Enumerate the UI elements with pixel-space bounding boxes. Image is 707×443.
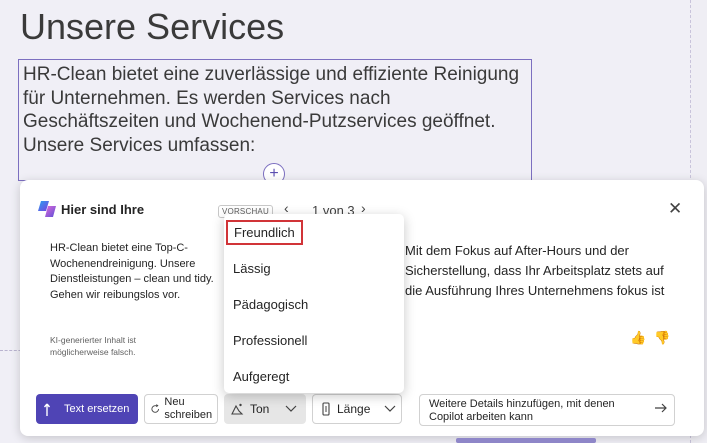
slide-thumbnail-strip [456,438,596,443]
replace-text-button[interactable]: Text ersetzen [36,394,138,424]
tone-option-aufgeregt[interactable]: Aufgeregt [233,369,289,384]
rewrite-button[interactable]: Neu schreiben [144,394,218,424]
thumbs-up-icon[interactable]: 👍 [630,330,646,346]
ai-disclaimer: KI-generierter Inhalt ist möglicherweise… [50,335,136,357]
thumbs-down-icon[interactable]: 👎 [654,330,670,346]
length-dropdown[interactable]: Länge [312,394,402,424]
chevron-down-icon [384,405,396,412]
tone-menu: Freundlich Lässig Pädagogisch Profession… [224,214,404,393]
close-icon[interactable]: ✕ [668,199,682,219]
tone-icon [231,403,244,415]
tone-option-professionell[interactable]: Professionell [233,333,307,348]
arrow-right-icon[interactable] [654,401,668,415]
slide-title[interactable]: Unsere Services [20,6,284,48]
length-label: Länge [337,402,371,416]
details-placeholder: Weitere Details hinzufügen, mit denen Co… [429,398,615,423]
rewrite-suggestion-text: HR-Clean bietet eine Top-C-Wochenendrein… [50,242,214,301]
tone-dropdown[interactable]: Ton [224,394,306,424]
panel-title: Hier sind Ihre [61,202,145,217]
details-input[interactable]: Weitere Details hinzufügen, mit denen Co… [419,394,675,426]
rewrite-label: Neu schreiben [164,396,213,421]
tone-label: Ton [250,402,270,416]
refresh-icon [151,404,159,413]
tone-option-freundlich[interactable]: Freundlich [226,220,303,245]
tone-option-laessig[interactable]: Lässig [233,261,271,276]
replace-text-label: Text ersetzen [64,403,130,415]
copilot-icon [38,201,56,217]
rewrite-suggestion-text-continued: Mit dem Fokus auf After-Hours und der Si… [405,243,665,298]
chevron-down-icon [285,405,297,412]
length-icon [322,402,330,416]
arrow-up-icon [44,403,51,416]
tone-option-paedagogisch[interactable]: Pädagogisch [233,297,308,312]
